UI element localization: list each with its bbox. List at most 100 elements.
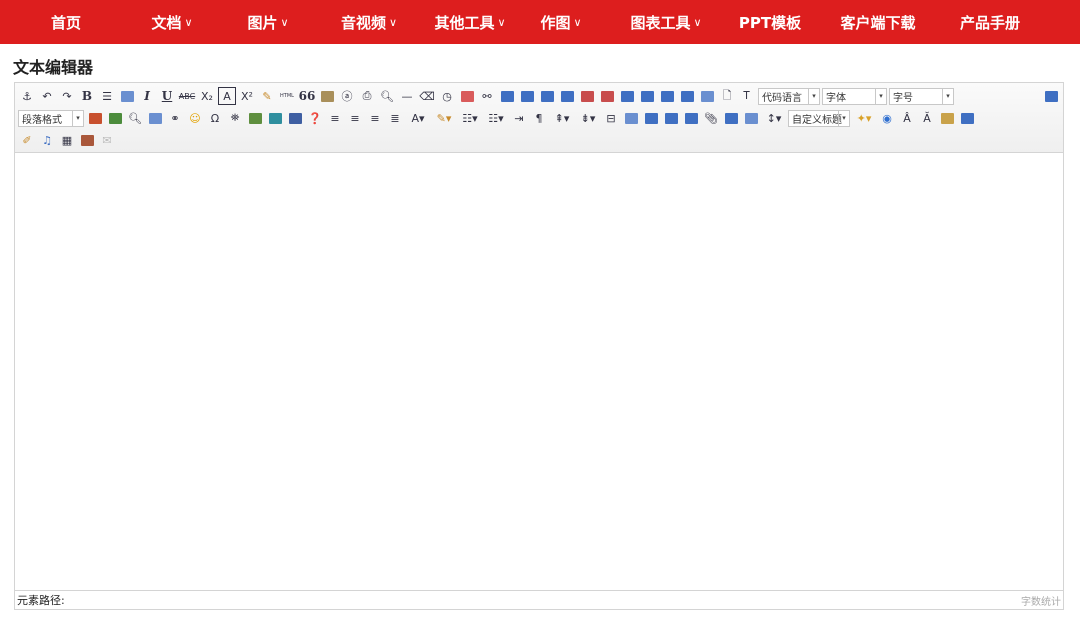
align-justify-icon[interactable]: ≣ (386, 109, 404, 127)
image-icon[interactable] (86, 109, 104, 127)
emotion-icon[interactable]: ☺ (186, 109, 204, 127)
undo-icon[interactable]: ↶ (38, 87, 56, 105)
image-left-icon[interactable] (642, 109, 660, 127)
indent-icon[interactable]: ☰ (98, 87, 116, 105)
rtl-icon[interactable]: ¶ (530, 109, 548, 127)
word-image-icon[interactable] (938, 109, 956, 127)
split-cells-icon[interactable] (598, 87, 616, 105)
music-icon[interactable]: ♫ (38, 131, 56, 149)
nav-product-manual[interactable]: 产品手册 (952, 0, 1028, 44)
link-icon[interactable]: ⚭ (166, 109, 184, 127)
merge-right-icon[interactable] (558, 87, 576, 105)
align-center-icon[interactable]: ≡ (366, 109, 384, 127)
merge-cells-icon[interactable] (538, 87, 556, 105)
nav-drawing[interactable]: 作图 ∨ (526, 0, 596, 44)
snapshot-icon[interactable] (118, 87, 136, 105)
subscript-icon[interactable]: X₂ (198, 87, 216, 105)
blockquote-button[interactable]: 66 (298, 87, 316, 105)
image-right-icon[interactable] (682, 109, 700, 127)
help-icon[interactable]: ❓ (306, 109, 324, 127)
format-brush-icon[interactable]: ✎ (258, 87, 276, 105)
superscript-icon[interactable]: X² (238, 87, 256, 105)
nav-documents[interactable]: 文档 ∨ (132, 0, 212, 44)
split-rows-icon[interactable] (618, 87, 636, 105)
attachment-icon[interactable]: 📎︎ (702, 109, 720, 127)
insert-col-icon[interactable] (518, 87, 536, 105)
remote-image-icon[interactable] (146, 109, 164, 127)
gmap-icon[interactable] (246, 109, 264, 127)
insert-code-icon[interactable] (622, 109, 640, 127)
multi-image-icon[interactable] (106, 109, 124, 127)
word-count-label[interactable]: 字数统计 (1021, 593, 1061, 608)
ordered-list-icon[interactable]: ☷▾ (458, 109, 482, 127)
charts-icon[interactable] (958, 109, 976, 127)
drafts-icon[interactable]: ✉ (98, 131, 116, 149)
italic-button[interactable]: I (138, 87, 156, 105)
insert-video-icon[interactable] (286, 109, 304, 127)
fullscreen-icon[interactable] (1042, 87, 1060, 105)
page-break-icon[interactable]: 🗋 (718, 87, 736, 105)
image-float-icon[interactable]: ⊟ (602, 109, 620, 127)
special-chars-button[interactable]: Ω (206, 109, 224, 127)
eraser-icon[interactable]: ⌫ (418, 87, 436, 105)
search-replace-icon[interactable]: 🔍︎ (126, 109, 144, 127)
font-decrease-icon[interactable]: Ă (918, 109, 936, 127)
font-family-select[interactable]: 字体 ▾ (822, 87, 887, 105)
font-size-select[interactable]: 字号 ▾ (889, 87, 954, 105)
nav-audio-video[interactable]: 音视频 ∨ (324, 0, 414, 44)
scrawl-icon[interactable]: ◉ (878, 109, 896, 127)
row-spacing-bottom-icon[interactable]: ⇟▾ (576, 109, 600, 127)
time-icon[interactable]: ◷ (438, 87, 456, 105)
image-center-icon[interactable] (662, 109, 680, 127)
preview-icon[interactable]: 🔍︎ (378, 87, 396, 105)
split-cols-icon[interactable] (638, 87, 656, 105)
print-icon[interactable]: ⎙ (358, 87, 376, 105)
custom-heading-select[interactable]: 自定义标题 ▾ (788, 109, 850, 127)
nav-other-tools[interactable]: 其他工具 ∨ (414, 0, 526, 44)
delete-row-icon[interactable] (658, 87, 676, 105)
nav-client-download[interactable]: 客户端下载 (804, 0, 952, 44)
bold-button[interactable]: B (78, 87, 96, 105)
font-border-button[interactable]: A (218, 87, 236, 105)
insert-frame-icon[interactable] (266, 109, 284, 127)
font-color-icon[interactable]: A▾ (406, 109, 430, 127)
strikethrough-icon[interactable]: ABC (178, 87, 196, 105)
row-spacing-top-icon[interactable]: ⇞▾ (550, 109, 574, 127)
editor-content-area[interactable] (15, 153, 1063, 591)
magic-icon[interactable]: ✦▾ (852, 109, 876, 127)
background-icon[interactable] (742, 109, 760, 127)
font-increase-icon[interactable]: Â (898, 109, 916, 127)
underline-button[interactable]: U (158, 87, 176, 105)
nav-images[interactable]: 图片 ∨ (212, 0, 324, 44)
anchor-icon[interactable]: ⚓ (18, 87, 36, 105)
align-left-icon[interactable]: ≡ (326, 109, 344, 127)
paste-plain-html-button[interactable]: HTML (278, 87, 296, 105)
toolbar-row-1: ⚓ ↶ ↷ B ☰ I U ABC X₂ A X² ✎ HTML 66 ⓐ ⎙ … (18, 86, 1062, 106)
paste-icon[interactable] (318, 87, 336, 105)
merge-down-icon[interactable] (578, 87, 596, 105)
nav-chart-tools[interactable]: 图表工具 ∨ (596, 0, 736, 44)
nav-home[interactable]: 首页 (0, 0, 132, 44)
insert-table-icon[interactable]: ▦ (58, 131, 76, 149)
line-height-icon[interactable]: ↕▾ (762, 109, 786, 127)
wand-icon[interactable]: ✐ (18, 131, 36, 149)
ltr-icon[interactable]: ⇥ (510, 109, 528, 127)
nav-ppt-templates[interactable]: PPT模板 (736, 0, 804, 44)
paste-special-icon[interactable] (78, 131, 96, 149)
unlink-icon[interactable]: ⚯ (478, 87, 496, 105)
redo-icon[interactable]: ↷ (58, 87, 76, 105)
insert-row-icon[interactable] (498, 87, 516, 105)
delete-col-icon[interactable] (678, 87, 696, 105)
select-all-icon[interactable]: ⓐ (338, 87, 356, 105)
highlight-color-icon[interactable]: ✎▾ (432, 109, 456, 127)
code-language-select[interactable]: 代码语言 ▾ (758, 87, 820, 105)
horizontal-line-icon[interactable]: — (398, 87, 416, 105)
table-title-icon[interactable]: Ꭲ (738, 87, 756, 105)
unordered-list-icon[interactable]: ☷▾ (484, 109, 508, 127)
template-icon[interactable] (722, 109, 740, 127)
date-icon[interactable] (458, 87, 476, 105)
align-right-icon[interactable]: ≡ (346, 109, 364, 127)
map-icon[interactable]: ⛯ (226, 109, 244, 127)
delete-table-icon[interactable] (698, 87, 716, 105)
paragraph-format-select[interactable]: 段落格式 ▾ (18, 109, 84, 127)
